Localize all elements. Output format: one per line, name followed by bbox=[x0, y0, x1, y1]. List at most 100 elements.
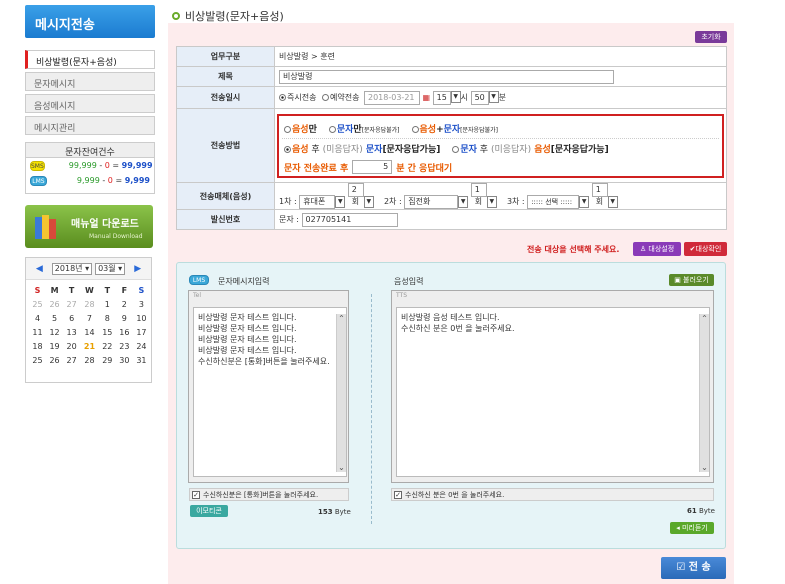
calendar-day[interactable]: 30 bbox=[116, 353, 133, 367]
calendar-day[interactable]: 17 bbox=[133, 325, 150, 339]
calendar-day[interactable]: 18 bbox=[29, 339, 46, 353]
calendar-day[interactable]: 28 bbox=[80, 353, 99, 367]
chevron-down-icon[interactable]: ▼ bbox=[458, 195, 469, 208]
weekday-label: T bbox=[104, 285, 111, 295]
chevron-up-icon[interactable]: ⌃ bbox=[337, 314, 346, 323]
calendar-day[interactable]: 6 bbox=[63, 311, 80, 325]
method-sms-then-voice[interactable]: 문자 후 (미응답자) 음성[문자응답가능] bbox=[452, 142, 609, 155]
weekday-label: M bbox=[50, 285, 59, 295]
sms-scrollbar[interactable]: ⌃ ⌄ bbox=[336, 314, 346, 472]
calendar-day[interactable]: 28 bbox=[80, 297, 99, 311]
chevron-down-icon[interactable]: ▼ bbox=[450, 91, 461, 103]
method-voice-only[interactable]: 음성만 bbox=[284, 122, 317, 135]
year-select[interactable]: 2018년 ▾ bbox=[51, 262, 93, 275]
checkbox-icon[interactable]: ✓ bbox=[394, 491, 402, 499]
calendar-day[interactable]: 26 bbox=[46, 353, 63, 367]
sidebar-item-manage[interactable]: 메시지관리 bbox=[25, 116, 155, 135]
sms-title: 문자메시지입력 bbox=[218, 277, 270, 286]
calendar-icon[interactable]: ▦ bbox=[423, 93, 431, 102]
checkbox-icon[interactable]: ✓ bbox=[192, 491, 200, 499]
sender-number-input[interactable]: 027705141 bbox=[301, 212, 398, 227]
calendar-day[interactable]: 12 bbox=[46, 325, 63, 339]
calendar-day[interactable]: 7 bbox=[80, 311, 99, 325]
chevron-up-icon[interactable]: ⌃ bbox=[700, 314, 709, 323]
calendar-day[interactable]: 1 bbox=[99, 297, 116, 311]
calendar-day[interactable]: 22 bbox=[99, 339, 116, 353]
order-2-count-select[interactable]: 1회 bbox=[470, 183, 487, 206]
prev-month-icon[interactable]: ◀ bbox=[36, 264, 43, 274]
order-3-device-select[interactable]: ::::: 선택 ::::: bbox=[527, 195, 580, 209]
chevron-down-icon[interactable]: ▼ bbox=[363, 195, 374, 208]
calendar-day[interactable]: 9 bbox=[116, 311, 133, 325]
calendar-day[interactable]: 15 bbox=[99, 325, 116, 339]
sidebar-item-voice[interactable]: 음성메시지 bbox=[25, 94, 155, 113]
subject-input[interactable]: 비상발령 bbox=[279, 69, 614, 84]
emoticon-button[interactable]: 이모티콘 bbox=[190, 505, 228, 517]
sidebar-item-emergency[interactable]: 비상발령(문자+음성) bbox=[25, 50, 155, 69]
reset-button[interactable]: 초기화 bbox=[695, 31, 727, 43]
calendar-day[interactable]: 20 bbox=[63, 339, 80, 353]
voice-textarea[interactable]: 비상발령 음성 테스트 입니다. 수신하신 분은 0번 을 눌러주세요. bbox=[396, 307, 710, 477]
month-select[interactable]: 03월 ▾ bbox=[95, 262, 126, 275]
hour-select[interactable]: 15 bbox=[432, 90, 451, 105]
calendar-day[interactable]: 13 bbox=[63, 325, 80, 339]
calendar-day[interactable]: 27 bbox=[63, 297, 80, 311]
sms-textarea[interactable]: 비상발령 문자 테스트 입니다. 비상발령 문자 테스트 입니다. 비상발령 문… bbox=[193, 307, 347, 477]
calendar-day[interactable]: 8 bbox=[99, 311, 116, 325]
order-1-label: 1차 : bbox=[279, 197, 297, 206]
calendar-day[interactable]: 4 bbox=[29, 311, 46, 325]
calendar-day[interactable]: 19 bbox=[46, 339, 63, 353]
chevron-down-icon[interactable]: ⌄ bbox=[700, 463, 709, 472]
voice-scrollbar[interactable]: ⌃ ⌄ bbox=[699, 314, 709, 472]
calendar-day[interactable]: 10 bbox=[133, 311, 150, 325]
load-button[interactable]: ▣ 불러오기 bbox=[669, 274, 714, 286]
voice-byte-count: 61 Byte bbox=[687, 507, 715, 515]
calendar-day[interactable]: 26 bbox=[46, 297, 63, 311]
manual-download-button[interactable]: 매뉴얼 다운로드 Manual Download bbox=[25, 205, 153, 248]
chevron-down-icon[interactable]: ▼ bbox=[607, 195, 618, 208]
calendar-day[interactable]: 3 bbox=[133, 297, 150, 311]
order-2-device-select[interactable]: 집전화 bbox=[404, 195, 459, 209]
chevron-down-icon[interactable]: ⌄ bbox=[337, 463, 346, 472]
calendar-day[interactable]: 5 bbox=[46, 311, 63, 325]
load-label: 불러오기 bbox=[683, 276, 709, 284]
date-input[interactable]: 2018-03-21 bbox=[364, 90, 420, 105]
calendar-day[interactable]: 21 bbox=[80, 339, 99, 353]
send-button[interactable]: ☑ 전 송 bbox=[661, 557, 726, 579]
order-1-count-select[interactable]: 2회 bbox=[347, 183, 364, 206]
calendar-day[interactable]: 24 bbox=[133, 339, 150, 353]
calendar-day[interactable]: 25 bbox=[29, 353, 46, 367]
preview-button[interactable]: ◂ 미리듣기 bbox=[670, 522, 714, 534]
target-set-button[interactable]: ♙ 대상설정 bbox=[633, 242, 681, 256]
calendar-day[interactable]: 25 bbox=[29, 297, 46, 311]
method-voice-then-sms[interactable]: 음성 후 (미응답자) 문자[문자응답가능] bbox=[284, 142, 440, 155]
order-1-device-select[interactable]: 휴대폰 bbox=[299, 195, 336, 209]
calendar-day[interactable]: 23 bbox=[116, 339, 133, 353]
instant-radio[interactable] bbox=[279, 93, 286, 101]
method-sms-only[interactable]: 문자만[문자응답불가] bbox=[328, 122, 400, 135]
next-month-icon[interactable]: ▶ bbox=[134, 264, 141, 274]
order-3-count-select[interactable]: 1회 bbox=[591, 183, 608, 206]
voice-response-check[interactable]: ✓ 수신하신 분은 0번 을 눌러주세요. bbox=[391, 488, 714, 501]
minus-sign: - bbox=[102, 176, 106, 185]
chevron-down-icon[interactable]: ▼ bbox=[579, 195, 590, 208]
chevron-down-icon[interactable]: ▼ bbox=[488, 91, 499, 103]
wait-minutes-input[interactable]: 5 bbox=[352, 160, 393, 174]
sidebar-item-sms[interactable]: 문자메시지 bbox=[25, 72, 155, 91]
calendar-day[interactable]: 14 bbox=[80, 325, 99, 339]
sms-response-check[interactable]: ✓ 수신하신분은 [통화]버튼을 눌러주세요. bbox=[189, 488, 349, 501]
sms-bytes: 153 bbox=[318, 508, 333, 516]
method-voice-plus-sms[interactable]: 음성+문자[문자응답불가] bbox=[411, 122, 498, 135]
minute-select[interactable]: 50 bbox=[470, 90, 489, 105]
chevron-down-icon[interactable]: ▼ bbox=[486, 195, 497, 208]
calendar-day[interactable]: 11 bbox=[29, 325, 46, 339]
target-check-button[interactable]: ✔대상확인 bbox=[684, 242, 727, 256]
calendar-day[interactable]: 31 bbox=[133, 353, 150, 367]
sms-byte-count: 153 Byte bbox=[318, 508, 351, 516]
calendar-day[interactable]: 2 bbox=[116, 297, 133, 311]
calendar-day[interactable]: 29 bbox=[99, 353, 116, 367]
calendar-day[interactable]: 27 bbox=[63, 353, 80, 367]
chevron-down-icon[interactable]: ▼ bbox=[335, 195, 346, 208]
calendar-day[interactable]: 16 bbox=[116, 325, 133, 339]
reserve-radio[interactable] bbox=[322, 93, 329, 101]
